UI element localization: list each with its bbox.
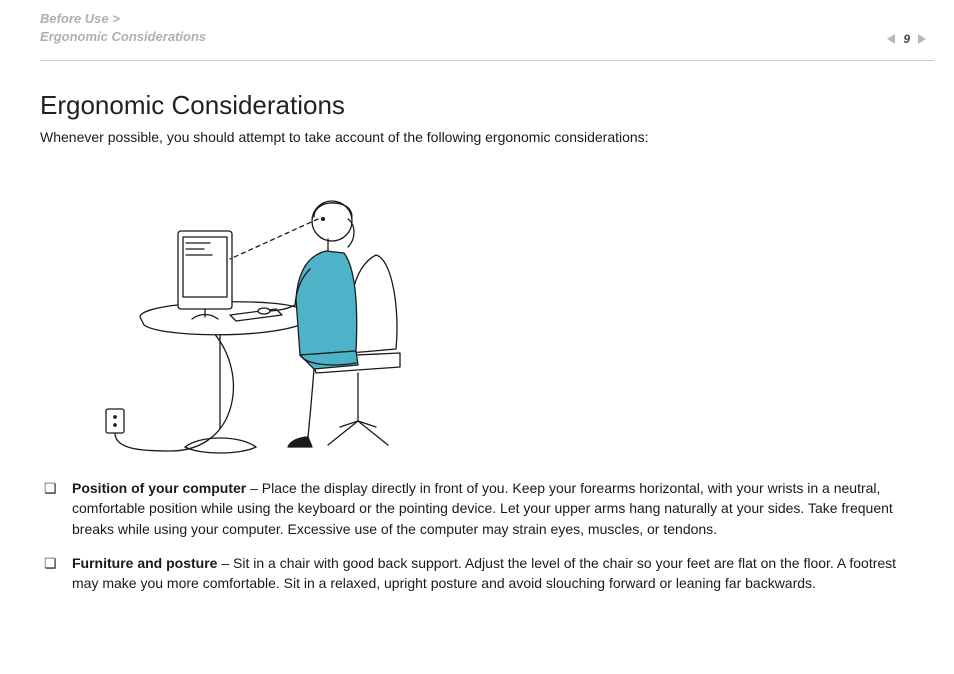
- bullet-list: Position of your computer – Place the di…: [40, 478, 924, 593]
- breadcrumb-top: Before Use >: [40, 10, 934, 28]
- page-navigator: 9: [887, 32, 926, 46]
- prev-page-icon[interactable]: [887, 34, 895, 44]
- illustration-wrap: [40, 159, 954, 464]
- page-header: Before Use > Ergonomic Considerations 9: [40, 10, 934, 61]
- breadcrumb: Before Use > Ergonomic Considerations: [40, 10, 934, 45]
- next-page-icon[interactable]: [918, 34, 926, 44]
- page-content: Ergonomic Considerations Whenever possib…: [40, 90, 924, 607]
- bullet-label: Position of your computer: [72, 480, 246, 496]
- page-number: 9: [903, 32, 910, 46]
- intro-text: Whenever possible, you should attempt to…: [40, 129, 924, 145]
- page-title: Ergonomic Considerations: [40, 90, 924, 121]
- ergonomic-posture-illustration: [100, 159, 460, 459]
- document-page: Before Use > Ergonomic Considerations 9 …: [0, 0, 954, 674]
- list-item: Position of your computer – Place the di…: [40, 478, 924, 539]
- list-item: Furniture and posture – Sit in a chair w…: [40, 553, 924, 594]
- bullet-label: Furniture and posture: [72, 555, 217, 571]
- breadcrumb-sub: Ergonomic Considerations: [40, 28, 934, 46]
